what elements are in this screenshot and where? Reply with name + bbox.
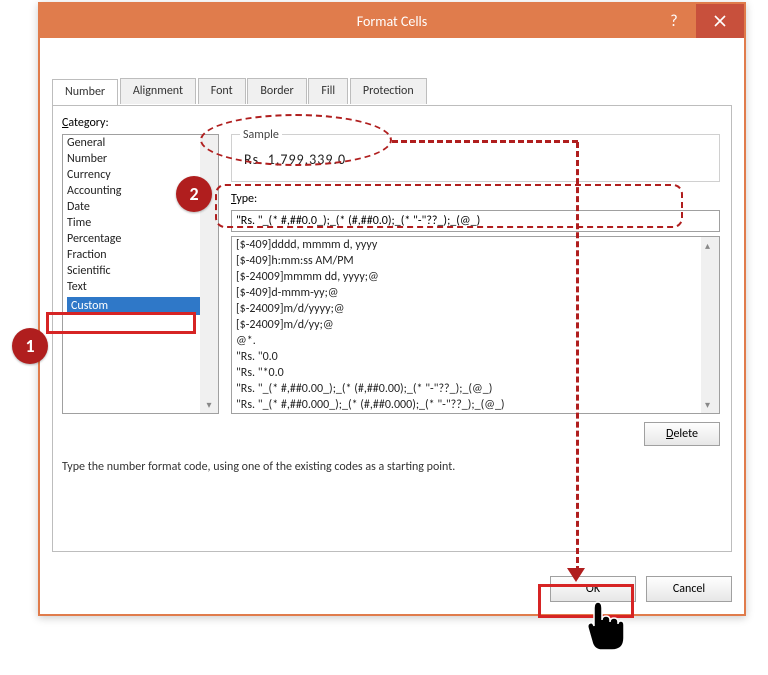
format-cells-dialog: Format Cells ? Number Alignment Font Bor… [38, 2, 746, 616]
list-item[interactable]: [$-24009]mmmm dd, yyyy;@ [232, 269, 719, 285]
list-item[interactable]: Text [63, 279, 218, 295]
category-label: Category: [62, 116, 109, 130]
titlebar: Format Cells ? [40, 4, 744, 38]
sample-value: Rs. 1,799,339.0 [244, 151, 346, 168]
list-item[interactable]: [$-409]h:mm:ss AM/PM [232, 253, 719, 269]
scrollbar[interactable] [200, 135, 218, 413]
format-listbox[interactable]: [$-409]dddd, mmmm d, yyyy [$-409]h:mm:ss… [231, 236, 720, 414]
list-item[interactable]: Percentage [63, 231, 218, 247]
close-icon[interactable] [696, 4, 744, 38]
annotation-badge-1: 1 [12, 328, 48, 364]
sample-label: Sample [240, 128, 282, 142]
tab-border[interactable]: Border [247, 78, 306, 104]
annotation-dash-line [392, 140, 578, 143]
annotation-dash-line [576, 142, 579, 572]
list-item[interactable]: [$-409]d-mmm-yy;@ [232, 285, 719, 301]
list-item[interactable]: Scientific [63, 263, 218, 279]
tab-strip: Number Alignment Font Border Fill Protec… [52, 78, 732, 106]
list-item[interactable]: "Rs. "_(* #,##0.000_);_(* (#,##0.000);_(… [232, 397, 719, 413]
tab-protection[interactable]: Protection [350, 78, 427, 104]
hint-text: Type the number format code, using one o… [62, 460, 455, 474]
scrollbar[interactable] [701, 237, 719, 413]
tab-font[interactable]: Font [198, 78, 246, 104]
list-item[interactable]: "Rs. "*0.0 [232, 365, 719, 381]
list-item[interactable]: "Rs. "_(* #,##0.00_);_(* (#,##0.00);_(* … [232, 381, 719, 397]
list-item[interactable]: [$-409]dddd, mmmm d, yyyy [232, 237, 719, 253]
list-item[interactable]: @*. [232, 333, 719, 349]
annotation-badge-2: 2 [176, 176, 212, 212]
list-item[interactable]: [$-24009]m/d/yyyy;@ [232, 301, 719, 317]
tab-number[interactable]: Number [52, 79, 118, 105]
list-item[interactable]: "Rs. "0.0 [232, 349, 719, 365]
cancel-button[interactable]: Cancel [646, 576, 732, 602]
dialog-body: Number Alignment Font Border Fill Protec… [52, 52, 732, 602]
list-item[interactable]: Number [63, 151, 218, 167]
tab-fill[interactable]: Fill [308, 78, 348, 104]
type-label: Type: [231, 192, 257, 206]
list-item-custom[interactable]: Custom [67, 297, 214, 315]
dialog-title: Format Cells [357, 13, 427, 30]
list-item[interactable]: Time [63, 215, 218, 231]
annotation-arrowhead-icon [567, 568, 585, 582]
ok-button[interactable]: OK [550, 576, 636, 602]
type-input[interactable] [231, 210, 720, 232]
help-icon[interactable]: ? [652, 4, 696, 38]
list-item[interactable]: Fraction [63, 247, 218, 263]
tab-alignment[interactable]: Alignment [120, 78, 196, 104]
list-item[interactable]: General [63, 135, 218, 151]
list-item[interactable]: [$-24009]m/d/yy;@ [232, 317, 719, 333]
delete-button[interactable]: Delete [644, 422, 720, 446]
